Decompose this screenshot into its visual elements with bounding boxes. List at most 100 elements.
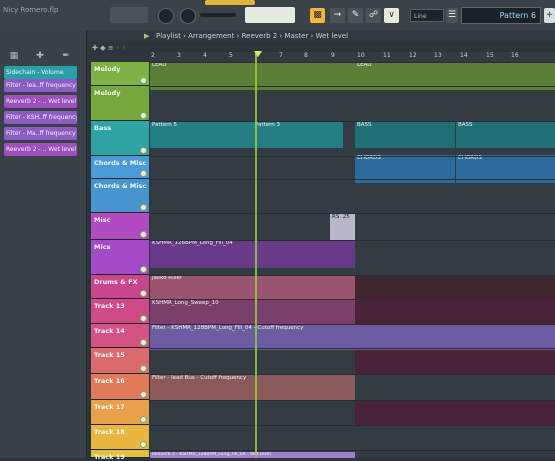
track-row-divider xyxy=(150,400,555,401)
track-mute-toggle[interactable] xyxy=(140,391,147,398)
file-title: Nicy Romero.flp xyxy=(3,6,59,14)
clip-sweep[interactable]: KSHMR_Long_Sweep_10 xyxy=(150,300,355,324)
ruler-bar-number: 7 xyxy=(279,52,283,59)
playhead-marker-icon[interactable] xyxy=(254,51,262,57)
track-name: Melody xyxy=(94,65,121,73)
song-mode-icon[interactable]: ▩ xyxy=(310,8,325,23)
track-row-divider xyxy=(150,240,555,241)
automation-clip-item[interactable]: Reeverb 2 - .. Wet level xyxy=(4,95,77,108)
ruler-bar-number: 5 xyxy=(229,52,233,59)
master-pitch-knob[interactable] xyxy=(180,8,196,24)
ruler-bar-number: 15 xyxy=(486,52,494,59)
ruler-bar-number: 12 xyxy=(409,52,417,59)
automation-clip-item[interactable]: Sidechain - Volume xyxy=(4,66,77,79)
track-name: Track 17 xyxy=(94,403,125,411)
track-mute-toggle[interactable] xyxy=(140,112,147,119)
clip-pattern-5[interactable]: Pattern 5 xyxy=(150,122,253,148)
browser-scissor-icon[interactable]: ✒ xyxy=(60,51,72,61)
clip-bass-2[interactable]: BASS xyxy=(456,122,555,148)
link-icon[interactable]: ☍ xyxy=(366,8,381,23)
automation-clip-item[interactable]: Filter - Ma..ff frequency xyxy=(4,127,77,140)
track-row-divider xyxy=(150,348,555,349)
playhead[interactable] xyxy=(255,52,257,458)
pencil-icon[interactable]: ✎ xyxy=(348,8,363,23)
track-mute-toggle[interactable] xyxy=(140,266,147,273)
track-row-divider xyxy=(150,275,555,276)
track-mute-toggle[interactable] xyxy=(140,170,147,177)
arrow-right-icon[interactable]: ➞ xyxy=(330,8,345,23)
clip-label: KSHMR_Long_Sweep_10 xyxy=(152,300,219,306)
clip-drums-2[interactable] xyxy=(355,300,555,324)
ruler-bar-number: 13 xyxy=(434,52,442,59)
track-name: Track 19 xyxy=(94,453,125,461)
clip-label: Pattern 3 xyxy=(255,122,281,128)
track-name: Chords & Misc xyxy=(94,182,147,190)
ruler-bar-number: 3 xyxy=(177,52,181,59)
track-mute-toggle[interactable] xyxy=(140,339,147,346)
clip-reeverb[interactable]: Reeverb 2 - KSHMR_128BPM_Long_Fill_04 - … xyxy=(150,452,355,458)
clip-label: RS. 25 xyxy=(332,214,350,220)
pattern-selector[interactable]: Pattern 6 xyxy=(461,7,541,24)
playlist-breadcrumb: ▶ Playlist › Arrangement › Reeverb 2 › M… xyxy=(88,30,555,42)
track-mute-toggle[interactable] xyxy=(140,365,147,372)
clip-fill[interactable]: KSHMR_128BPM_Long_Fill_04 xyxy=(150,240,355,268)
ruler-bar-number: 9 xyxy=(331,52,335,59)
track-row-divider xyxy=(150,121,555,122)
track-name: Track 13 xyxy=(94,302,125,310)
clip-drums-1[interactable] xyxy=(355,275,555,301)
ruler-bar-number: 10 xyxy=(357,52,365,59)
automation-clip-item[interactable]: Filter - KSH..ff frequency xyxy=(4,111,77,124)
track-mute-toggle[interactable] xyxy=(140,231,147,238)
playlist-arrow-icon[interactable]: ▶ xyxy=(144,30,149,42)
ruler-bar-number: 16 xyxy=(511,52,519,59)
track-mute-toggle[interactable] xyxy=(140,416,147,423)
timeline-ruler[interactable]: 2345678910111213141516 xyxy=(150,52,555,62)
ruler-bar-number: 14 xyxy=(460,52,468,59)
track-mute-toggle[interactable] xyxy=(140,290,147,297)
master-volume-knob[interactable] xyxy=(158,8,174,24)
clip-pattern-3[interactable]: Pattern 3 xyxy=(253,122,343,148)
breadcrumb-text: Playlist › Arrangement › Reeverb 2 › Mas… xyxy=(156,32,349,40)
clip-filter-lead[interactable]: Filter - lead Bus - Cutoff frequency xyxy=(150,375,355,401)
clip-label: BASS xyxy=(458,122,473,128)
ruler-bar-number: 4 xyxy=(203,52,207,59)
track-row-divider xyxy=(150,213,555,214)
track-name: Track 18 xyxy=(94,428,125,436)
automation-clip-item[interactable]: Filter - lea..ff frequency xyxy=(4,79,77,92)
track-name: Chords & Misc xyxy=(94,159,147,167)
track-mute-toggle[interactable] xyxy=(140,147,147,154)
track-name: Drums & FX xyxy=(94,278,138,286)
clip-jakko-riser[interactable]: Jakko Riser xyxy=(150,275,355,301)
clip-label: Pattern 5 xyxy=(152,122,178,128)
track-header[interactable]: Track 19 xyxy=(91,450,149,461)
playlist-icon[interactable]: ☰ xyxy=(446,8,458,23)
add-pattern-icon[interactable]: + xyxy=(544,8,555,23)
clip-rs25[interactable]: RS. 25 xyxy=(330,214,355,240)
browser-panel: ▦ ✚ ✒ Sidechain - Volume Filter - lea..ff… xyxy=(0,30,87,458)
playlist-grid[interactable]: LEAD LEAD Pattern 5 Pattern 3 BASS BASS … xyxy=(150,62,555,458)
pattern-mode-toggle[interactable] xyxy=(245,7,295,23)
track-row-divider xyxy=(150,86,555,87)
tool-icons[interactable]: ✚ ◆ ≡ ◦ ◦ xyxy=(92,44,126,52)
clip-bass-1[interactable]: BASS xyxy=(355,122,455,148)
magnet-icon[interactable]: ∨ xyxy=(384,8,399,23)
clip-drums-4[interactable] xyxy=(355,400,555,425)
track-row-divider xyxy=(150,179,555,180)
track-name: Track 14 xyxy=(94,327,125,335)
track-mute-toggle[interactable] xyxy=(140,441,147,448)
clip-label: Filter - KSHMR_128BPM_Long_Fill_04 - Cut… xyxy=(152,325,304,331)
track-mute-toggle[interactable] xyxy=(140,77,147,84)
ruler-bar-number: 11 xyxy=(383,52,391,59)
browser-view-icon[interactable]: ▦ xyxy=(8,51,20,61)
snap-select[interactable]: Line xyxy=(410,9,444,22)
clip-filter-ksh[interactable]: Filter - KSHMR_128BPM_Long_Fill_04 - Cut… xyxy=(150,325,555,350)
browser-snap-icon[interactable]: ✚ xyxy=(34,51,46,61)
track-name: Mics xyxy=(94,243,111,251)
track-row-divider xyxy=(150,374,555,375)
automation-clip-item[interactable]: Reeverb 2 - .. Wet level xyxy=(4,143,77,156)
tempo-slider[interactable] xyxy=(200,13,236,17)
clip-label: Reeverb 2 - KSHMR_128BPM_Long_Fill_04 - … xyxy=(152,452,271,457)
track-mute-toggle[interactable] xyxy=(140,315,147,322)
clip-drums-3[interactable] xyxy=(355,350,555,375)
track-mute-toggle[interactable] xyxy=(140,204,147,211)
